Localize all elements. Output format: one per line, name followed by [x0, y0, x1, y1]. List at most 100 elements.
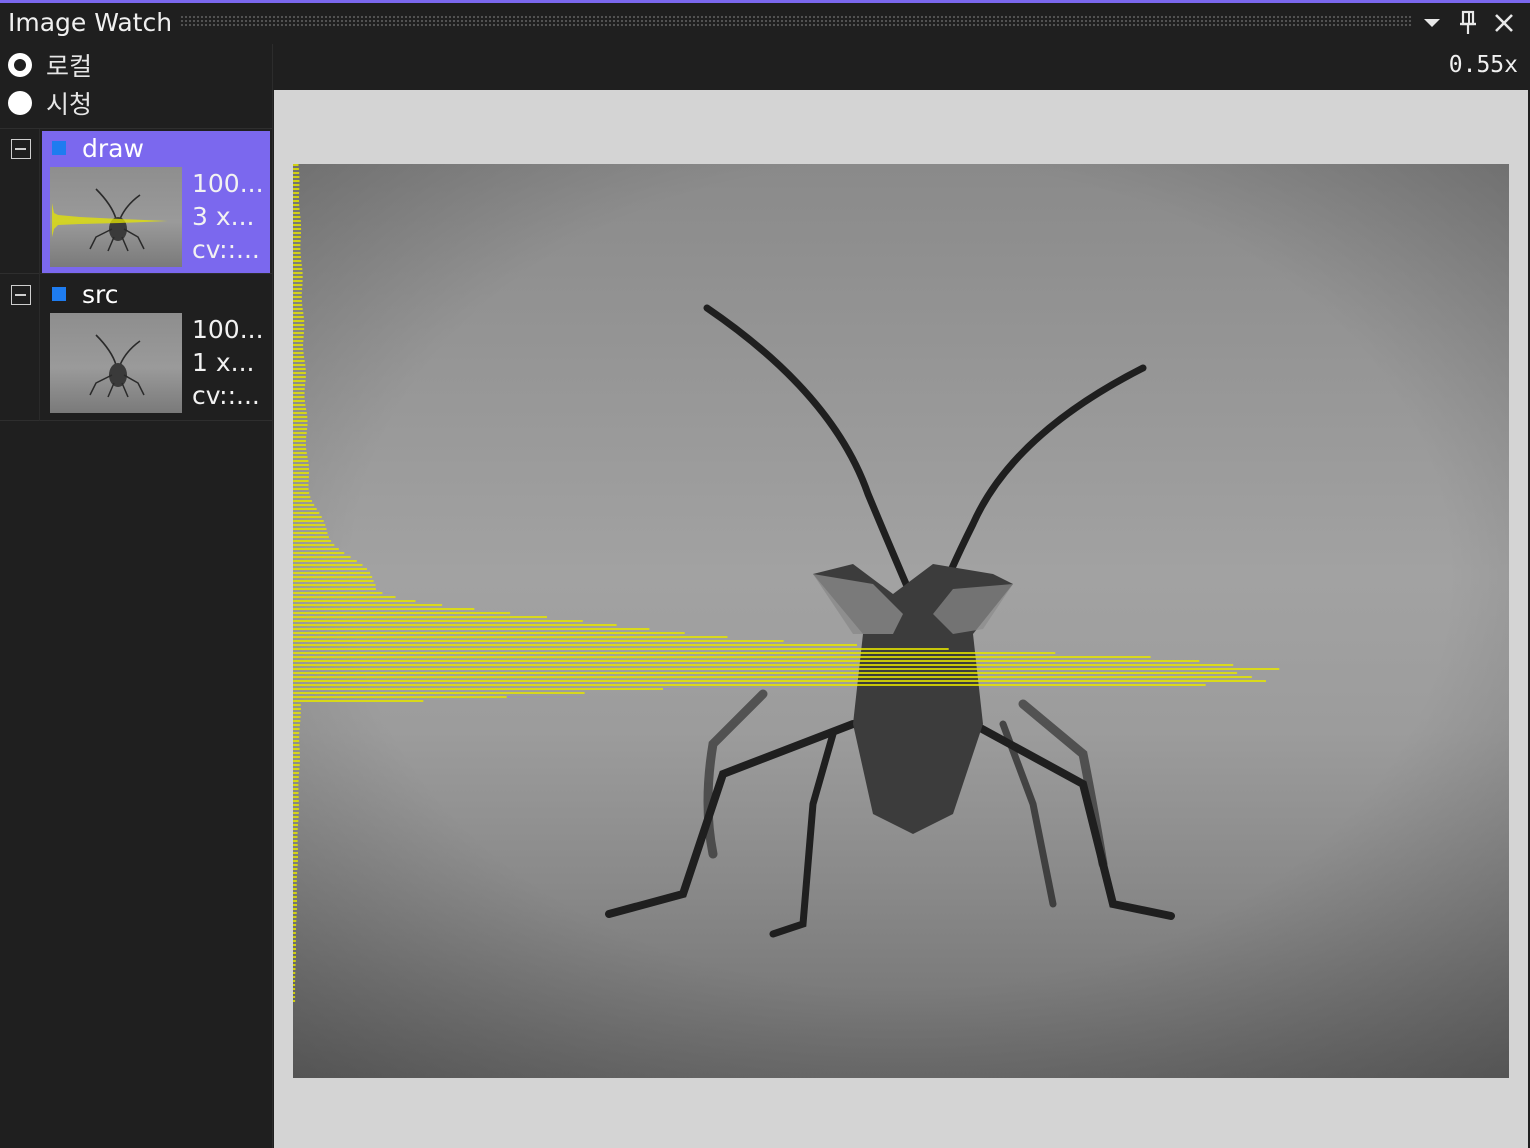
- histogram-bar: [293, 836, 298, 838]
- histogram-bar: [293, 872, 298, 874]
- histogram-bar: [293, 852, 298, 854]
- histogram-bar: [293, 624, 617, 626]
- histogram-bar: [293, 932, 296, 934]
- histogram-bar: [293, 748, 300, 750]
- histogram-bar: [293, 284, 303, 286]
- watch-item-draw[interactable]: draw 100... 3 x... cv::...: [0, 128, 272, 275]
- histogram-bar: [293, 744, 300, 746]
- title-grip[interactable]: [180, 15, 1412, 27]
- histogram-bar: [293, 236, 301, 238]
- histogram-bar: [293, 560, 357, 562]
- histogram-bar: [293, 280, 303, 282]
- histogram-bar: [293, 316, 304, 318]
- histogram-bar: [293, 712, 301, 714]
- watch-item-draw-body[interactable]: draw 100... 3 x... cv::...: [42, 131, 270, 273]
- histogram-bar: [293, 592, 383, 594]
- histogram-bar: [293, 200, 299, 202]
- histogram-bar: [293, 384, 306, 386]
- histogram-bar: [293, 328, 305, 330]
- histogram-bar: [293, 308, 303, 310]
- meta-type: cv::...: [192, 381, 260, 410]
- histogram-bar: [293, 824, 298, 826]
- histogram-bar: [293, 1000, 296, 1002]
- histogram-bar: [293, 500, 312, 502]
- histogram-bar: [293, 360, 305, 362]
- histogram-bar: [293, 408, 307, 410]
- close-icon[interactable]: [1490, 9, 1518, 37]
- meta-size: 100...: [192, 169, 264, 198]
- histogram-bar: [293, 736, 300, 738]
- histogram-bar: [293, 260, 302, 262]
- histogram-bar: [293, 808, 299, 810]
- histogram-bar: [293, 676, 1252, 678]
- histogram-bar: [293, 684, 1206, 686]
- radio-local-indicator[interactable]: [8, 53, 32, 77]
- histogram-bar: [293, 288, 303, 290]
- image-thumbnail[interactable]: [50, 167, 182, 267]
- histogram-bar: [293, 264, 302, 266]
- histogram-bar: [293, 388, 305, 390]
- scope-selector: 로컬 시청: [0, 44, 272, 128]
- histogram-bar: [293, 392, 305, 394]
- watch-item-src[interactable]: src 100... 1 x... cv::...: [0, 275, 272, 421]
- histogram-bar: [293, 480, 309, 482]
- histogram-bar: [293, 548, 339, 550]
- collapse-icon[interactable]: [11, 139, 31, 159]
- collapse-icon[interactable]: [11, 285, 31, 305]
- histogram-bar: [293, 756, 300, 758]
- histogram-bar: [293, 596, 396, 598]
- histogram-bar: [293, 180, 300, 182]
- image-viewer[interactable]: [274, 90, 1528, 1148]
- radio-local[interactable]: 로컬: [8, 46, 92, 84]
- histogram-bar: [293, 896, 297, 898]
- image-canvas[interactable]: [293, 164, 1509, 1078]
- histogram-bar: [293, 444, 306, 446]
- histogram-bar: [293, 976, 296, 978]
- image-watch-window: Image Watch 로컬 시청 draw 100... 3 x... cv:…: [0, 0, 1530, 1148]
- histogram-bar: [293, 784, 299, 786]
- histogram-bar: [293, 176, 300, 178]
- histogram-bar: [293, 440, 306, 442]
- histogram-bar: [293, 880, 297, 882]
- radio-watch[interactable]: 시청: [8, 84, 92, 122]
- histogram-bar: [293, 604, 443, 606]
- histogram-bar: [293, 456, 308, 458]
- histogram-bar: [293, 504, 315, 506]
- histogram-bar: [293, 740, 300, 742]
- histogram-bar: [293, 732, 300, 734]
- histogram-bar: [293, 312, 304, 314]
- pin-icon[interactable]: [1454, 9, 1482, 37]
- histogram-bar: [293, 796, 299, 798]
- histogram-bar: [293, 820, 299, 822]
- histogram-bar: [293, 380, 306, 382]
- histogram-bar: [293, 704, 301, 706]
- histogram-bar: [293, 336, 304, 338]
- histogram-bar: [293, 912, 297, 914]
- histogram-bar: [293, 428, 308, 430]
- histogram-bar: [293, 652, 1056, 654]
- histogram-bar: [293, 984, 296, 986]
- histogram-bar: [293, 636, 728, 638]
- histogram-bar: [293, 420, 308, 422]
- meta-channels: 3 x...: [192, 202, 255, 231]
- histogram-bar: [293, 696, 507, 698]
- histogram-bar: [293, 656, 1151, 658]
- histogram-bar: [293, 612, 511, 614]
- histogram-bar: [293, 944, 296, 946]
- histogram-bar: [293, 292, 302, 294]
- histogram-bar: [293, 272, 303, 274]
- image-thumbnail[interactable]: [50, 313, 182, 413]
- histogram-bar: [293, 776, 299, 778]
- histogram-bar: [293, 356, 305, 358]
- watch-item-src-body[interactable]: src 100... 1 x... cv::...: [42, 277, 270, 419]
- histogram-bar: [293, 576, 373, 578]
- panel-divider[interactable]: [272, 44, 273, 1148]
- histogram-bar: [293, 584, 376, 586]
- histogram-bar: [293, 512, 320, 514]
- histogram-bar: [293, 844, 298, 846]
- histogram-bar: [293, 864, 298, 866]
- histogram-bar: [293, 644, 857, 646]
- histogram-bar: [293, 860, 298, 862]
- radio-watch-indicator[interactable]: [8, 91, 32, 115]
- dropdown-icon[interactable]: [1418, 9, 1446, 37]
